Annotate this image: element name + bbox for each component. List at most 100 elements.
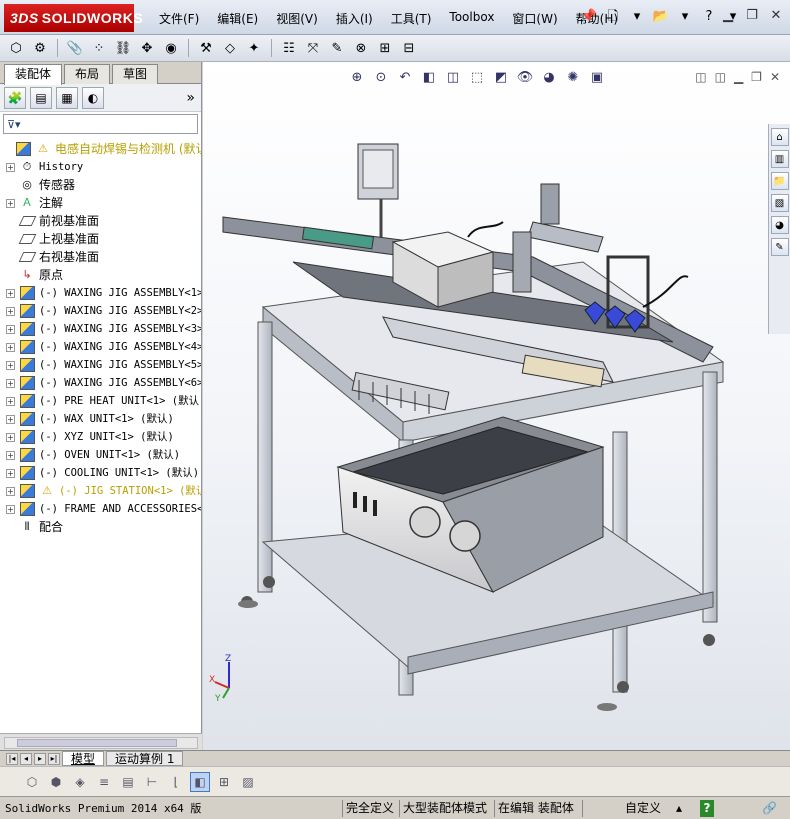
menu-tools[interactable]: 工具(T) <box>382 10 441 27</box>
new-motion-study-icon[interactable]: ✦ <box>244 38 264 58</box>
tree-node[interactable]: + (-) WAXING JIG ASSEMBLY<5> <box>0 356 201 374</box>
menu-toolbox[interactable]: Toolbox <box>440 10 503 27</box>
interference-detection-icon[interactable]: ⊗ <box>351 38 371 58</box>
tree-node[interactable]: + (-) FRAME AND ACCESSORIES< <box>0 500 201 518</box>
pattern-icon[interactable]: ⁘ <box>89 38 109 58</box>
isometric-view-icon[interactable]: ◧ <box>190 771 210 792</box>
tree-node[interactable]: + ⚠ (-) JIG STATION<1> (默认 <box>0 482 201 500</box>
more-tabs-button[interactable]: » <box>186 90 195 106</box>
tree-node[interactable]: + (-) COOLING UNIT<1> (默认) <box>0 464 201 482</box>
tree-node[interactable]: + Ａ 注解 <box>0 194 201 212</box>
axis-icon[interactable]: ⌊ <box>166 772 186 792</box>
unit-system-selector[interactable]: 自定义 <box>625 800 661 817</box>
property-manager-icon[interactable]: ▤ <box>30 86 52 109</box>
exploded-view-icon[interactable]: ⤧ <box>303 38 323 58</box>
home-icon[interactable]: ⌂ <box>770 128 789 146</box>
menu-window[interactable]: 窗口(W) <box>503 10 566 27</box>
tree-node[interactable]: 右视基准面 <box>0 248 201 266</box>
restore-icon[interactable]: ❐ <box>744 8 760 24</box>
help-icon[interactable]: ? <box>700 8 718 26</box>
table-icon[interactable]: ▤ <box>118 772 138 792</box>
last-tab-icon[interactable]: ▸| <box>48 752 60 765</box>
expand-toggle-icon[interactable]: + <box>6 414 15 424</box>
file-explorer-icon[interactable]: 📁 <box>770 172 789 190</box>
tree-node[interactable]: + (-) WAXING JIG ASSEMBLY<1> <box>0 284 201 302</box>
tab-layout[interactable]: 布局 <box>64 64 111 84</box>
dropdown-arrow-icon[interactable]: ▾ <box>628 8 646 26</box>
paperclip-icon[interactable]: 📎 <box>65 38 85 58</box>
graphics-area[interactable]: ⊕ ⊙ ↶ ◧ ◫ ⬚ ◩ 👁 ◕ ✺ ▣ ◫ ◫ ▁ ❐ ✕ Z X Y ⌂ … <box>203 62 790 750</box>
tree-node[interactable]: + ⏱ History <box>0 158 201 176</box>
expand-toggle-icon[interactable]: + <box>6 468 15 478</box>
solidworks-logo[interactable]: 3DS SOLIDWORKS <box>4 4 143 32</box>
new-part-icon[interactable]: ⚙ <box>30 38 50 58</box>
tree-node[interactable]: + (-) WAXING JIG ASSEMBLY<3> <box>0 320 201 338</box>
pin-icon[interactable]: 📌 <box>580 8 598 26</box>
wireframe-icon[interactable]: ⬡ <box>22 772 42 792</box>
expand-toggle-icon[interactable]: + <box>6 486 15 496</box>
tree-node[interactable]: 上视基准面 <box>0 230 201 248</box>
expand-toggle-icon[interactable]: + <box>6 288 15 298</box>
tree-node[interactable]: + (-) PRE HEAT UNIT<1> (默认 <box>0 392 201 410</box>
move-component-icon[interactable]: ✥ <box>137 38 157 58</box>
custom-properties-icon[interactable]: ✎ <box>770 238 789 256</box>
tree-node[interactable]: + (-) WAXING JIG ASSEMBLY<6> <box>0 374 201 392</box>
tree-node[interactable]: ◎ 传感器 <box>0 176 201 194</box>
design-library-icon[interactable]: ▥ <box>770 150 789 168</box>
expand-toggle-icon[interactable]: + <box>6 378 15 388</box>
tab-model[interactable]: 模型 <box>62 751 105 766</box>
tree-root-node[interactable]: ⚠ 电感自动焊锡与检测机 (默认 <box>0 140 201 158</box>
tree-node[interactable]: + (-) WAXING JIG ASSEMBLY<2> <box>0 302 201 320</box>
next-tab-icon[interactable]: ▸ <box>34 752 46 765</box>
reference-geometry-icon[interactable]: ◇ <box>220 38 240 58</box>
tree-node[interactable]: + (-) OVEN UNIT<1> (默认) <box>0 446 201 464</box>
feature-manager-icon[interactable]: 🧩 <box>4 86 26 109</box>
clearance-verification-icon[interactable]: ⊞ <box>375 38 395 58</box>
new-document-icon[interactable]: 🗋 <box>604 8 622 26</box>
expand-toggle-icon[interactable]: + <box>6 198 15 208</box>
expand-toggle-icon[interactable]: + <box>6 432 15 442</box>
tree-node[interactable]: + (-) WAXING JIG ASSEMBLY<4> <box>0 338 201 356</box>
assembly-features-icon[interactable]: ⚒ <box>196 38 216 58</box>
realview-icon[interactable]: ▨ <box>238 772 258 792</box>
shaded-icon[interactable]: ◈ <box>70 772 90 792</box>
help-button[interactable]: ? <box>700 800 714 817</box>
tree-filter[interactable]: ⊽▾ <box>3 114 198 134</box>
view-palette-icon[interactable]: ▧ <box>770 194 789 212</box>
configuration-manager-icon[interactable]: ▦ <box>56 86 78 109</box>
expand-toggle-icon[interactable]: + <box>6 360 15 370</box>
show-hidden-icon[interactable]: ◉ <box>161 38 181 58</box>
tree-node[interactable]: 前视基准面 <box>0 212 201 230</box>
tree-node[interactable]: + (-) WAX UNIT<1> (默认) <box>0 410 201 428</box>
menu-insert[interactable]: 插入(I) <box>327 10 382 27</box>
horizontal-scrollbar[interactable] <box>4 737 198 749</box>
hole-alignment-icon[interactable]: ⊟ <box>399 38 419 58</box>
expand-toggle-icon[interactable]: + <box>6 162 15 172</box>
hidden-lines-icon[interactable]: ⬢ <box>46 772 66 792</box>
pin-status-icon[interactable]: 🔗 <box>762 800 777 817</box>
dropdown-arrow-icon[interactable]: ▾ <box>676 8 694 26</box>
dimension-icon[interactable]: ⊢ <box>142 772 162 792</box>
tree-node[interactable]: ⫴ 配合 <box>0 518 201 536</box>
first-tab-icon[interactable]: |◂ <box>6 752 18 765</box>
unit-caret-icon[interactable]: ▴ <box>676 800 682 817</box>
grid-icon[interactable]: ⊞ <box>214 772 234 792</box>
menu-edit[interactable]: 编辑(E) <box>208 10 267 27</box>
menu-file[interactable]: 文件(F) <box>150 10 208 27</box>
scroll-thumb[interactable] <box>17 739 177 747</box>
menu-view[interactable]: 视图(V) <box>267 10 327 27</box>
explode-line-sketch-icon[interactable]: ✎ <box>327 38 347 58</box>
prev-tab-icon[interactable]: ◂ <box>20 752 32 765</box>
bill-of-materials-icon[interactable]: ☷ <box>279 38 299 58</box>
expand-toggle-icon[interactable]: + <box>6 342 15 352</box>
expand-toggle-icon[interactable]: + <box>6 306 15 316</box>
open-folder-icon[interactable]: 📂 <box>652 8 670 26</box>
expand-toggle-icon[interactable]: + <box>6 396 15 406</box>
insert-component-icon[interactable]: ⬡ <box>6 38 26 58</box>
close-icon[interactable]: ✕ <box>768 8 784 24</box>
tab-assembly[interactable]: 装配体 <box>4 64 63 85</box>
smart-fasteners-icon[interactable]: ⛓ <box>113 38 133 58</box>
minimize-icon[interactable]: ▁ <box>720 8 736 24</box>
tree-node[interactable]: ↳ 原点 <box>0 266 201 284</box>
expand-toggle-icon[interactable]: + <box>6 450 15 460</box>
